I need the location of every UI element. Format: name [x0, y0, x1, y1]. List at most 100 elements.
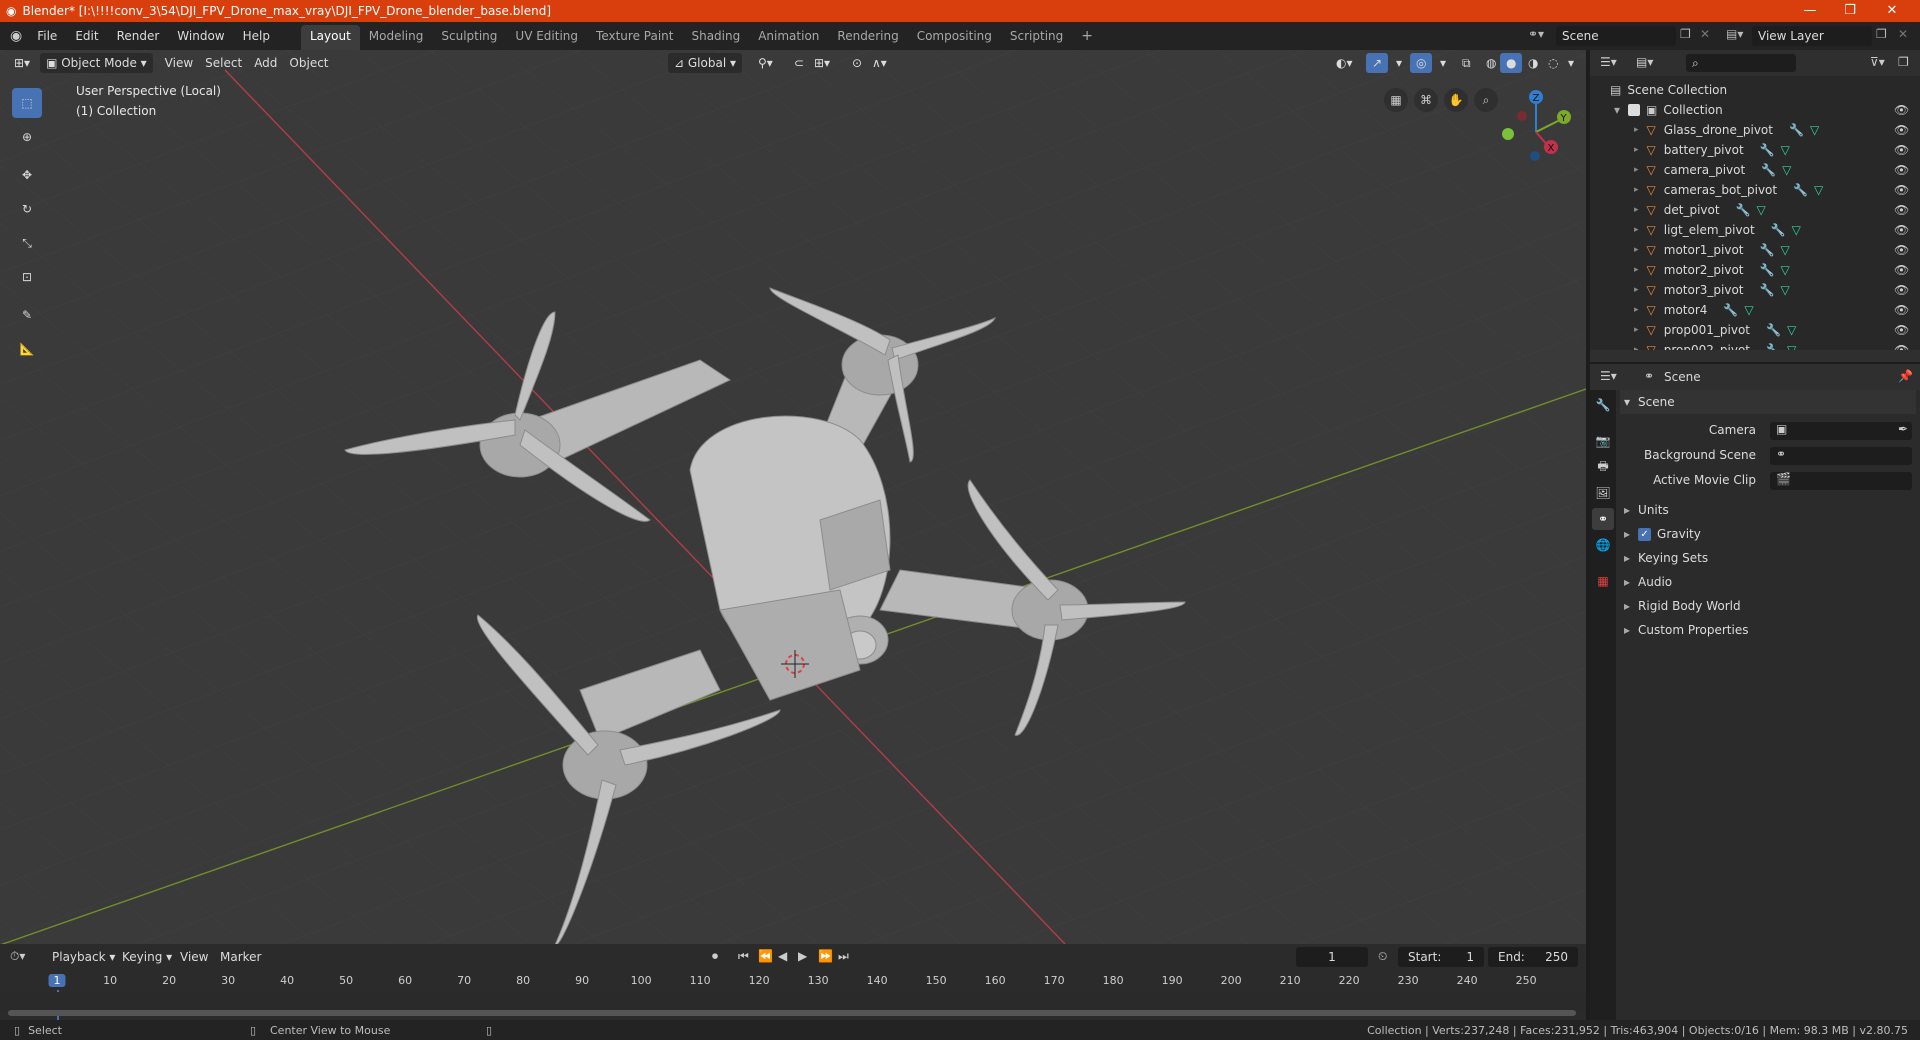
visibility-eye-icon[interactable]: 👁	[1894, 283, 1909, 297]
modifier-icon[interactable]: 🔧	[1723, 303, 1738, 317]
viewport-scene[interactable]	[0, 50, 1586, 944]
mesh-data-icon[interactable]: ▽	[1810, 123, 1819, 137]
navigation-gizmo[interactable]: Z Y X	[1496, 86, 1576, 166]
active-movie-clip-field[interactable]: 🎬	[1770, 472, 1912, 490]
expand-arrow-icon[interactable]: ▸	[1634, 205, 1639, 215]
custom-properties-expand-icon[interactable]: ▸	[1624, 623, 1630, 637]
end-frame-field[interactable]: End: 250	[1488, 947, 1578, 967]
delete-scene-icon[interactable]: ✕	[1700, 27, 1710, 41]
texture-tab-icon[interactable]: ▦	[1592, 570, 1614, 592]
tab-modeling[interactable]: Modeling	[360, 25, 433, 50]
visibility-eye-icon[interactable]: 👁	[1894, 123, 1909, 137]
tool-settings-tab-icon[interactable]: 🔧	[1592, 394, 1614, 416]
menu-edit[interactable]: Edit	[66, 22, 107, 50]
collapse-arrow-icon[interactable]: ▾	[1614, 103, 1620, 117]
new-scene-icon[interactable]: ❐	[1680, 27, 1691, 41]
menu-window[interactable]: Window	[168, 22, 233, 50]
expand-arrow-icon[interactable]: ▸	[1634, 305, 1639, 315]
menu-keying[interactable]: Keying ▾	[116, 947, 178, 967]
world-tab-icon[interactable]: 🌐	[1592, 534, 1614, 556]
expand-arrow-icon[interactable]: ▸	[1634, 245, 1639, 255]
scene-collection-row[interactable]: ▤ Scene Collection	[1590, 80, 1920, 100]
eyedropper-icon[interactable]: ✒	[1898, 422, 1908, 436]
minimize-icon[interactable]: —	[1790, 0, 1830, 22]
visibility-icon[interactable]: ◐▾	[1330, 53, 1359, 73]
keying-sets-panel[interactable]: ▸ Keying Sets	[1620, 546, 1916, 570]
gizmo-toggle-icon[interactable]: ↗	[1366, 53, 1389, 73]
timeline-track-area[interactable]	[0, 992, 1586, 1012]
camera-field[interactable]: ▣ ✒	[1770, 422, 1912, 440]
custom-properties-panel[interactable]: ▸ Custom Properties	[1620, 618, 1916, 642]
new-collection-icon[interactable]: ❐	[1898, 55, 1909, 69]
tab-rendering[interactable]: Rendering	[828, 25, 907, 50]
modifier-icon[interactable]: 🔧	[1766, 323, 1781, 337]
toggle-grid-icon[interactable]: ▦	[1384, 88, 1408, 112]
add-workspace-icon[interactable]: +	[1072, 25, 1102, 50]
snap-icon[interactable]: ⊂	[788, 53, 810, 73]
tab-scripting[interactable]: Scripting	[1001, 25, 1072, 50]
visibility-eye-icon[interactable]: 👁	[1894, 223, 1909, 237]
mesh-data-icon[interactable]: ▽	[1782, 163, 1791, 177]
view-layer-field[interactable]: View Layer	[1752, 26, 1872, 46]
tab-texture-paint[interactable]: Texture Paint	[587, 25, 682, 50]
modifier-icon[interactable]: 🔧	[1771, 223, 1786, 237]
mesh-data-icon[interactable]: ▽	[1744, 303, 1753, 317]
outliner-item[interactable]: ▸ ▽ prop001_pivot 🔧 ▽ 👁	[1590, 320, 1920, 340]
expand-arrow-icon[interactable]: ▸	[1634, 325, 1639, 335]
scene-icon[interactable]: ⚭▾	[1528, 27, 1544, 41]
timeline-scrollbar[interactable]	[8, 1010, 1576, 1016]
units-panel[interactable]: ▸ Units	[1620, 498, 1916, 522]
play-reverse-icon[interactable]: ◀	[778, 949, 787, 963]
gravity-expand-icon[interactable]: ▸	[1624, 527, 1630, 541]
visibility-eye-icon[interactable]: 👁	[1894, 163, 1909, 177]
menu-file[interactable]: File	[28, 22, 66, 50]
annotate-tool-icon[interactable]: ✎	[12, 300, 42, 330]
falloff-icon[interactable]: ∧▾	[866, 53, 893, 73]
play-icon[interactable]: ▶	[798, 949, 807, 963]
scale-tool-icon[interactable]: ⤡	[12, 228, 42, 258]
menu-playback[interactable]: Playback ▾	[46, 947, 121, 967]
overlays-dropdown-icon[interactable]: ▾	[1434, 53, 1452, 73]
expand-arrow-icon[interactable]: ▸	[1634, 225, 1639, 235]
modifier-icon[interactable]: 🔧	[1760, 143, 1775, 157]
outliner-item[interactable]: ▸ ▽ ligt_elem_pivot 🔧 ▽ 👁	[1590, 220, 1920, 240]
modifier-icon[interactable]: 🔧	[1761, 163, 1776, 177]
mesh-data-icon[interactable]: ▽	[1781, 143, 1790, 157]
jump-start-icon[interactable]: ⏮	[738, 949, 749, 964]
close-icon[interactable]: ✕	[1872, 0, 1912, 22]
rigid-body-world-panel[interactable]: ▸ Rigid Body World	[1620, 594, 1916, 618]
visibility-eye-icon[interactable]: 👁	[1894, 263, 1909, 277]
outliner-item[interactable]: ▸ ▽ Glass_drone_pivot 🔧 ▽ 👁	[1590, 120, 1920, 140]
render-tab-icon[interactable]: 📷	[1592, 430, 1614, 452]
delete-view-layer-icon[interactable]: ✕	[1898, 27, 1908, 41]
solid-shading-icon[interactable]: ●	[1500, 53, 1523, 73]
shading-dropdown-icon[interactable]: ▾	[1562, 53, 1580, 73]
pivot-point-icon[interactable]: ⚲▾	[752, 53, 779, 73]
outliner-item[interactable]: ▸ ▽ motor3_pivot 🔧 ▽ 👁	[1590, 280, 1920, 300]
outliner-item[interactable]: ▸ ▽ camera_pivot 🔧 ▽ 👁	[1590, 160, 1920, 180]
panel-expand-arrow-icon[interactable]: ▾	[1624, 395, 1630, 409]
tab-layout[interactable]: Layout	[300, 25, 360, 50]
visibility-eye-icon[interactable]: 👁	[1894, 303, 1909, 317]
menu-timeline-view[interactable]: View	[174, 947, 214, 967]
move-tool-icon[interactable]: ✥	[12, 160, 42, 190]
view-layer-tab-icon[interactable]: 🖼	[1592, 482, 1614, 504]
visibility-eye-icon[interactable]: 👁	[1894, 243, 1909, 257]
gravity-panel[interactable]: ▸ ✓ Gravity	[1620, 522, 1916, 546]
audio-panel[interactable]: ▸ Audio	[1620, 570, 1916, 594]
menu-render[interactable]: Render	[108, 22, 169, 50]
visibility-eye-icon[interactable]: 👁	[1894, 143, 1909, 157]
start-frame-field[interactable]: Start: 1	[1398, 947, 1484, 967]
visibility-eye-icon[interactable]: 👁	[1894, 203, 1909, 217]
filter-icon[interactable]: ⊽▾	[1870, 55, 1885, 69]
modifier-icon[interactable]: 🔧	[1736, 203, 1751, 217]
restore-icon[interactable]: ❐	[1830, 0, 1870, 22]
output-tab-icon[interactable]: 🖶	[1592, 456, 1614, 478]
tab-animation[interactable]: Animation	[749, 25, 828, 50]
outliner-item[interactable]: ▸ ▽ det_pivot 🔧 ▽ 👁	[1590, 200, 1920, 220]
background-scene-field[interactable]: ⚭	[1770, 447, 1912, 465]
outliner-item[interactable]: ▸ ▽ cameras_bot_pivot 🔧 ▽ 👁	[1590, 180, 1920, 200]
menu-object[interactable]: Object	[283, 53, 334, 73]
pan-hand-icon[interactable]: ✋	[1444, 88, 1468, 112]
keying-sets-expand-icon[interactable]: ▸	[1624, 551, 1630, 565]
